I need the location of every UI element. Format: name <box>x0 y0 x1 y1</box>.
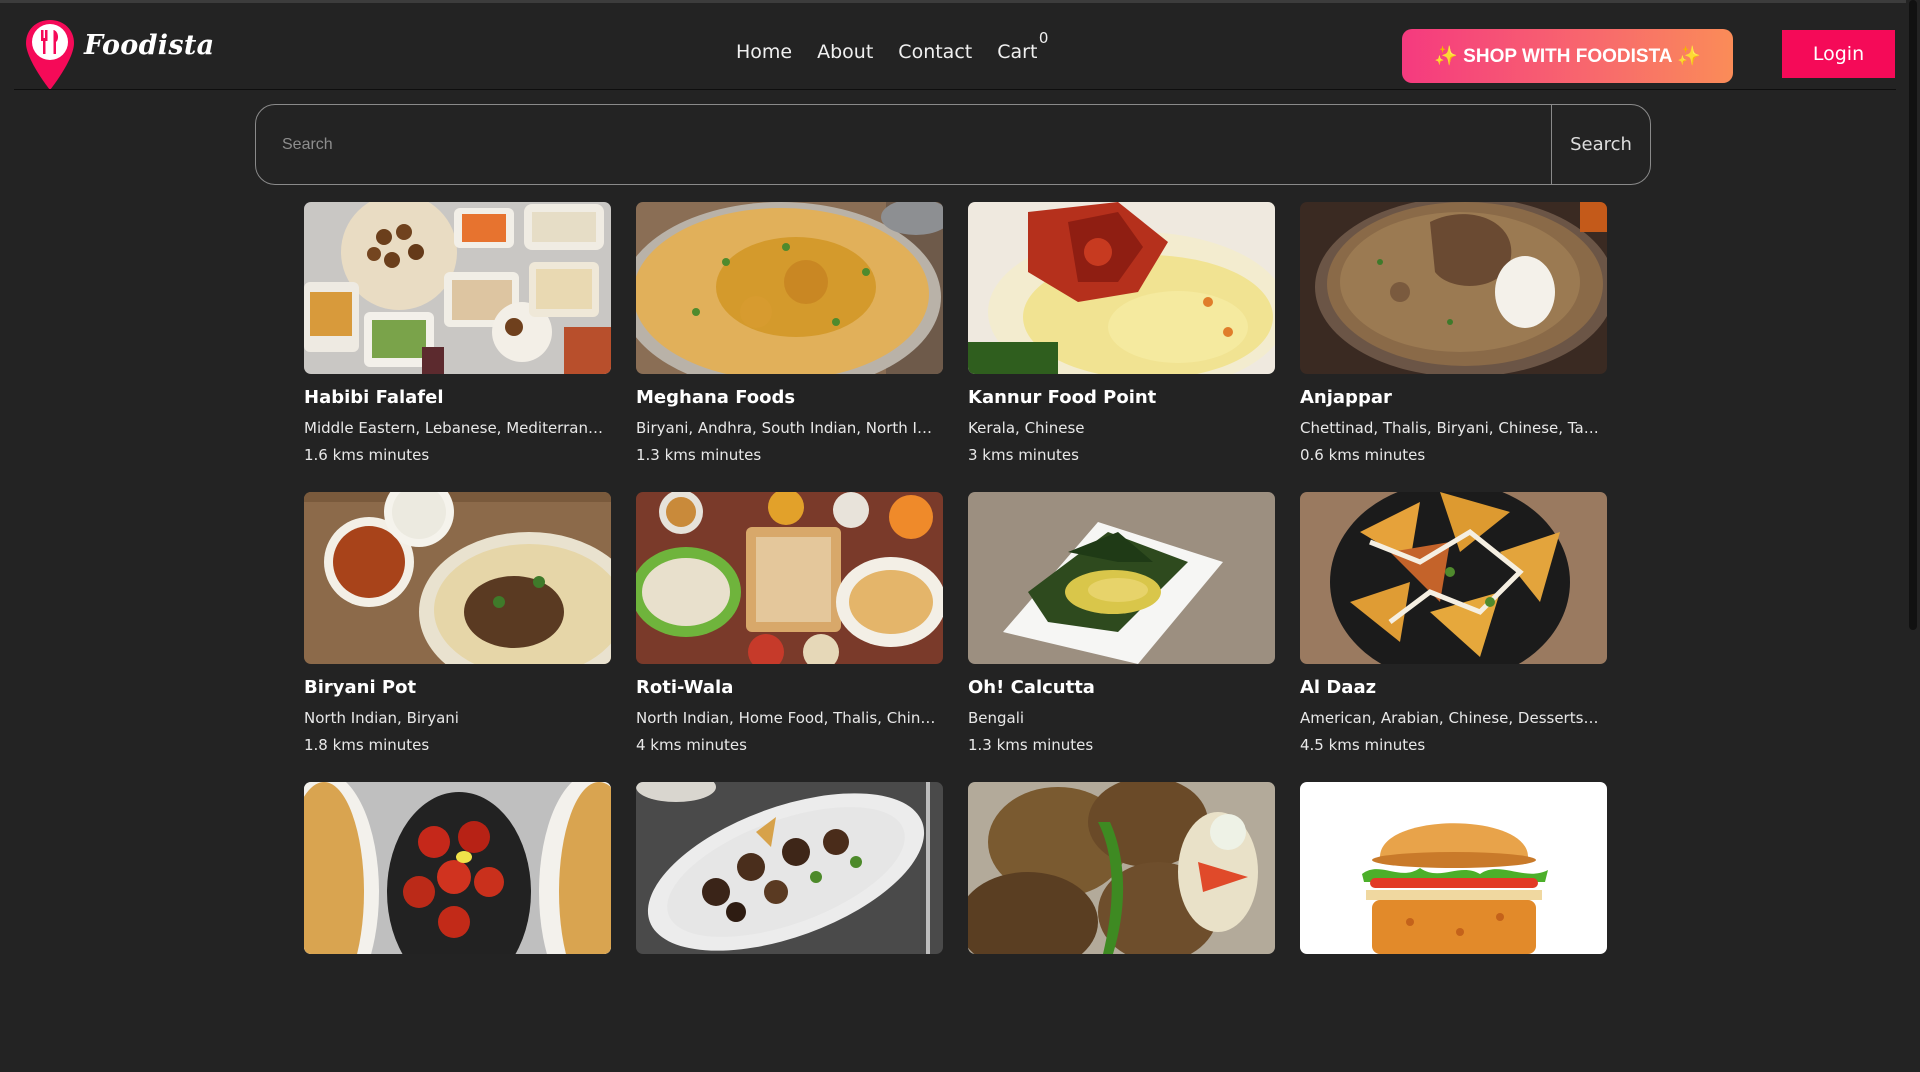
restaurant-name: Biryani Pot <box>304 677 417 698</box>
restaurant-distance: 1.8 kms minutes <box>304 736 430 754</box>
restaurant-cuisine: American, Arabian, Chinese, Desserts, Mu… <box>1300 709 1600 727</box>
restaurant-cuisine: Bengali <box>968 709 1025 727</box>
chicken-65-image <box>304 782 611 954</box>
cart-label: Cart <box>997 41 1038 63</box>
restaurant-distance: 1.6 kms minutes <box>304 446 430 464</box>
restaurant-card[interactable]: Al Daaz American, Arabian, Chinese, Dess… <box>1300 492 1607 782</box>
restaurant-name: Oh! Calcutta <box>968 677 1095 698</box>
scrollbar-thumb[interactable] <box>1909 0 1917 630</box>
restaurant-cuisine: Biryani, Andhra, South Indian, North Ind… <box>636 419 936 437</box>
search-input[interactable] <box>256 105 1551 184</box>
restaurant-distance: 1.3 kms minutes <box>968 736 1094 754</box>
mutton-biryani-pot-image <box>1300 202 1607 374</box>
restaurant-distance: 3 kms minutes <box>968 446 1079 464</box>
page-scrollbar[interactable] <box>1906 0 1920 933</box>
restaurant-name: Anjappar <box>1300 387 1392 408</box>
restaurant-card[interactable]: Meghana Foods Biryani, Andhra, South Ind… <box>636 202 943 492</box>
restaurant-name: Roti-Wala <box>636 677 734 698</box>
search-bar: Search <box>255 104 1651 185</box>
restaurant-name: Al Daaz <box>1300 677 1377 698</box>
restaurant-distance: 4.5 kms minutes <box>1300 736 1426 754</box>
header-divider <box>14 89 1896 90</box>
restaurant-card[interactable]: Oh! Calcutta Bengali 1.3 kms minutes <box>968 492 1275 782</box>
restaurant-card[interactable]: Habibi Falafel Middle Eastern, Lebanese,… <box>304 202 611 492</box>
cart-count-badge: 0 <box>1038 29 1049 47</box>
login-button[interactable]: Login <box>1782 30 1895 78</box>
restaurant-card[interactable]: Roti-Wala North Indian, Home Food, Thali… <box>636 492 943 782</box>
falafel-platter-image <box>304 202 611 374</box>
restaurant-card[interactable] <box>636 782 943 1072</box>
shop-with-foodista-button[interactable]: ✨ SHOP WITH FOODISTA ✨ <box>1402 29 1733 83</box>
restaurant-name: Meghana Foods <box>636 387 796 408</box>
nav-home[interactable]: Home <box>736 41 792 63</box>
restaurant-cuisine: North Indian, Home Food, Thalis, Chinese… <box>636 709 936 727</box>
restaurant-grid: Habibi Falafel Middle Eastern, Lebanese,… <box>304 202 1607 1072</box>
restaurant-distance: 4 kms minutes <box>636 736 747 754</box>
biryani-bowl-image <box>636 202 943 374</box>
location-pin-fork-knife-icon <box>24 18 76 92</box>
restaurant-card[interactable] <box>304 782 611 1072</box>
brand-logo[interactable]: Foodista <box>24 18 214 92</box>
nav-cart[interactable]: Cart 0 <box>997 29 1048 63</box>
mutton-fry-image <box>636 782 943 954</box>
restaurant-card[interactable]: Biryani Pot North Indian, Biryani 1.8 km… <box>304 492 611 782</box>
nav-contact[interactable]: Contact <box>898 41 972 63</box>
restaurant-card[interactable]: Anjappar Chettinad, Thalis, Biryani, Chi… <box>1300 202 1607 492</box>
thali-spread-image <box>636 492 943 664</box>
nav-about[interactable]: About <box>817 41 873 63</box>
banana-leaf-fish-image <box>968 492 1275 664</box>
search-button[interactable]: Search <box>1551 105 1650 184</box>
restaurant-cuisine: Chettinad, Thalis, Biryani, Chinese, Tan… <box>1300 419 1600 437</box>
chicken-rice-image <box>968 202 1275 374</box>
grilled-chicken-image <box>968 782 1275 954</box>
main-nav: Home About Contact Cart 0 <box>736 29 1048 63</box>
restaurant-cuisine: Middle Eastern, Lebanese, Mediterranean,… <box>304 419 604 437</box>
restaurant-card[interactable]: Kannur Food Point Kerala, Chinese 3 kms … <box>968 202 1275 492</box>
brand-name: Foodista <box>84 29 215 61</box>
restaurant-cuisine: North Indian, Biryani <box>304 709 459 727</box>
restaurant-card[interactable] <box>968 782 1275 1072</box>
restaurant-name: Habibi Falafel <box>304 387 444 408</box>
biryani-plate-image <box>304 492 611 664</box>
loaded-nachos-image <box>1300 492 1607 664</box>
burger-image <box>1300 782 1607 954</box>
restaurant-distance: 1.3 kms minutes <box>636 446 762 464</box>
restaurant-distance: 0.6 kms minutes <box>1300 446 1426 464</box>
restaurant-card[interactable] <box>1300 782 1607 1072</box>
restaurant-name: Kannur Food Point <box>968 387 1157 408</box>
site-header: Foodista Home About Contact Cart 0 ✨ SHO… <box>0 3 1920 91</box>
restaurant-cuisine: Kerala, Chinese <box>968 419 1085 437</box>
